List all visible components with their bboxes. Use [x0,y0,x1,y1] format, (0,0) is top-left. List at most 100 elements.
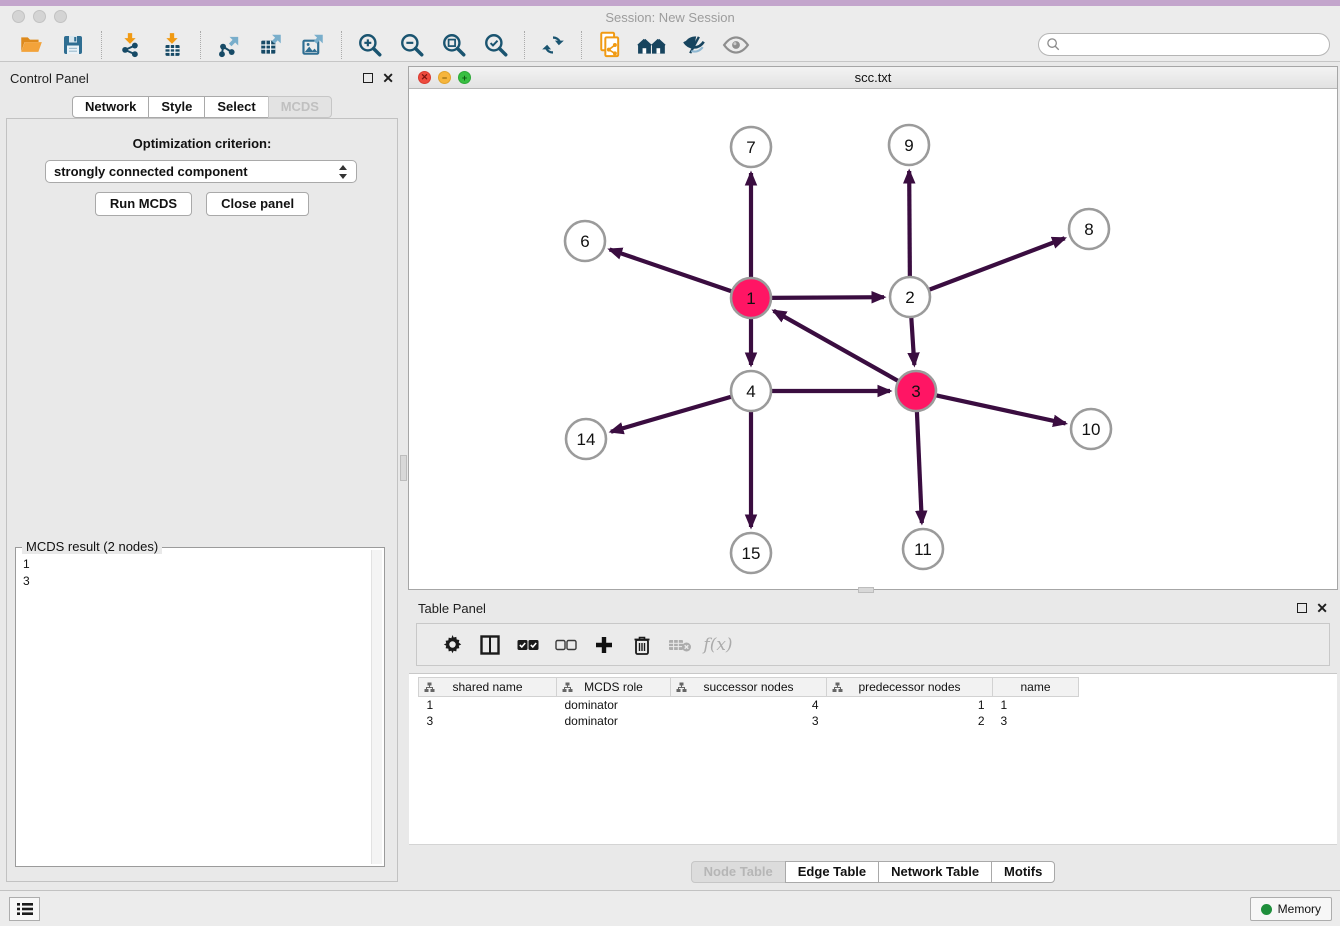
graph-node-9[interactable]: 9 [889,125,929,165]
svg-text:9: 9 [904,136,913,155]
main-toolbar [0,28,1340,62]
graph-edge-2-3[interactable] [911,315,914,365]
window-controls[interactable] [12,10,67,23]
graph-node-15[interactable]: 15 [731,533,771,573]
search-input[interactable] [1061,36,1329,54]
add-icon[interactable] [585,630,623,660]
copy-network-icon[interactable] [595,31,625,59]
graph-edge-1-6[interactable] [610,249,734,292]
import-table-icon[interactable] [157,31,187,59]
graph-node-1[interactable]: 1 [731,278,771,318]
optimization-select[interactable]: strongly connected component [45,160,357,183]
graph-node-4[interactable]: 4 [731,371,771,411]
graph-node-10[interactable]: 10 [1071,409,1111,449]
minimize-window-button[interactable] [33,10,46,23]
vertical-splitter-handle[interactable] [400,455,407,481]
column-header-mcds-role[interactable]: MCDS role [557,678,671,697]
close-window-button[interactable] [12,10,25,23]
graph-edge-3-1[interactable] [774,311,901,382]
close-network-button[interactable]: ✕ [418,71,431,84]
table-row[interactable]: 3dominator323 [419,713,1079,729]
zoom-selected-icon[interactable] [481,31,511,59]
graph-edge-3-11[interactable] [917,409,922,523]
graph-edge-2-8[interactable] [927,238,1065,290]
column-header-predecessor-nodes[interactable]: predecessor nodes [827,678,993,697]
graph-edge-2-9[interactable] [909,171,910,279]
close-table-panel-icon[interactable]: ✕ [1316,603,1328,613]
tab-motifs[interactable]: Motifs [991,861,1055,883]
mcds-result-item: 3 [23,573,384,590]
eye-icon[interactable] [721,31,751,59]
tab-edge-table[interactable]: Edge Table [785,861,879,883]
maximize-network-button[interactable]: + [458,71,471,84]
tab-network-table[interactable]: Network Table [878,861,992,883]
table-cell[interactable]: dominator [557,697,671,713]
hide-icon[interactable] [679,31,709,59]
graph-edge-1-2[interactable] [769,297,884,298]
table-cell[interactable]: 2 [827,713,993,729]
network-window-titlebar: ✕ − + scc.txt [409,67,1337,89]
zoom-fit-icon[interactable] [439,31,469,59]
table-cell[interactable]: 4 [671,697,827,713]
table-cell[interactable]: 3 [993,713,1079,729]
import-network-icon[interactable] [115,31,145,59]
tab-style[interactable]: Style [148,96,205,118]
graph-edge-3-10[interactable] [934,395,1066,424]
svg-text:11: 11 [914,540,932,559]
select-all-icon[interactable] [509,630,547,660]
tab-select[interactable]: Select [204,96,268,118]
graph-node-7[interactable]: 7 [731,127,771,167]
zoom-in-icon[interactable] [355,31,385,59]
zoom-out-icon[interactable] [397,31,427,59]
graph-node-6[interactable]: 6 [565,221,605,261]
horizontal-splitter-handle[interactable] [858,587,874,593]
svg-text:14: 14 [577,430,596,449]
table-row[interactable]: 1dominator411 [419,697,1079,713]
table-cell[interactable]: 1 [993,697,1079,713]
run-mcds-button[interactable]: Run MCDS [95,192,192,216]
graph-edge-4-14[interactable] [611,396,734,432]
unselect-all-icon[interactable] [547,630,585,660]
task-history-button[interactable] [9,897,40,921]
table-cell[interactable]: 1 [419,697,557,713]
column-header-shared-name[interactable]: shared name [419,678,557,697]
minimize-network-button[interactable]: − [438,71,451,84]
search-box[interactable] [1038,33,1330,56]
close-panel-button[interactable]: Close panel [206,192,309,216]
table-cell[interactable]: 1 [827,697,993,713]
table-cell[interactable]: 3 [671,713,827,729]
svg-text:3: 3 [911,382,920,401]
zoom-window-button[interactable] [54,10,67,23]
graph-node-3[interactable]: 3 [896,371,936,411]
graph-node-8[interactable]: 8 [1069,209,1109,249]
tab-mcds[interactable]: MCDS [268,96,332,118]
close-panel-icon[interactable]: ✕ [382,73,394,83]
network-window-controls[interactable]: ✕ − + [418,71,471,84]
float-panel-icon[interactable] [363,73,373,83]
tab-network[interactable]: Network [72,96,149,118]
split-columns-icon[interactable] [471,630,509,660]
table-cell[interactable]: 3 [419,713,557,729]
network-canvas[interactable]: 7 9 6 8 1 2 4 3 14 10 15 11 [409,89,1337,589]
gear-icon[interactable] [433,630,471,660]
graph-node-11[interactable]: 11 [903,529,943,569]
homes-icon[interactable] [637,31,667,59]
toolbar-separator [581,31,582,59]
open-folder-icon[interactable] [16,31,46,59]
svg-text:10: 10 [1082,420,1101,439]
refresh-icon[interactable] [538,31,568,59]
column-header-successor-nodes[interactable]: successor nodes [671,678,827,697]
tab-node-table[interactable]: Node Table [691,861,786,883]
column-header-name[interactable]: name [993,678,1079,697]
trash-icon[interactable] [623,630,661,660]
graph-node-2[interactable]: 2 [890,277,930,317]
result-scrollbar[interactable] [371,550,382,864]
float-table-panel-icon[interactable] [1297,603,1307,613]
export-network-icon[interactable] [214,31,244,59]
export-image-icon[interactable] [298,31,328,59]
export-table-icon[interactable] [256,31,286,59]
graph-node-14[interactable]: 14 [566,419,606,459]
table-cell[interactable]: dominator [557,713,671,729]
memory-button[interactable]: Memory [1250,897,1332,921]
save-icon[interactable] [58,31,88,59]
